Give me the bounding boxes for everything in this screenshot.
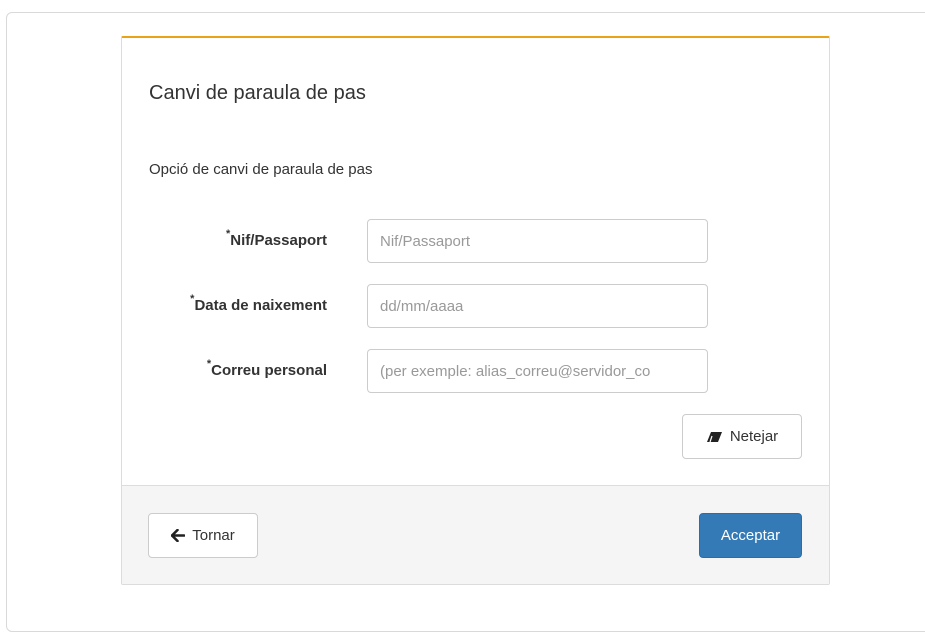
arrow-left-icon — [171, 529, 186, 542]
back-button-label: Tornar — [192, 527, 235, 544]
form-row-nif: *Nif/Passaport — [122, 219, 829, 263]
accept-button[interactable]: Acceptar — [699, 513, 802, 558]
nif-label: *Nif/Passaport — [226, 228, 327, 249]
panel-title: Canvi de paraula de pas — [149, 82, 366, 104]
password-change-panel: Canvi de paraula de pas Opció de canvi d… — [121, 36, 830, 585]
required-marker: * — [206, 358, 212, 370]
form-row-email: *Correu personal — [122, 349, 829, 393]
panel-subtitle: Opció de canvi de paraula de pas — [149, 161, 373, 178]
required-marker: * — [190, 293, 195, 305]
required-marker: * — [226, 228, 231, 240]
birthdate-label: *Data de naixement — [190, 293, 327, 314]
form-row-birthdate: *Data de naixement — [122, 284, 829, 328]
accept-button-label: Acceptar — [720, 527, 781, 544]
birthdate-input[interactable] — [367, 284, 708, 328]
clear-button[interactable]: Netejar — [682, 414, 802, 459]
birthdate-label-text: Data de naixement — [194, 297, 327, 314]
clear-button-label: Netejar — [729, 428, 779, 445]
eraser-icon — [706, 431, 723, 443]
back-button[interactable]: Tornar — [148, 513, 258, 558]
nif-input[interactable] — [367, 219, 708, 263]
email-label: *Correu personal — [207, 358, 327, 379]
email-label-text: Correu personal — [211, 362, 327, 379]
panel-footer: Tornar Acceptar — [122, 485, 829, 584]
email-input[interactable] — [367, 349, 708, 393]
nif-label-text: Nif/Passaport — [230, 232, 327, 249]
